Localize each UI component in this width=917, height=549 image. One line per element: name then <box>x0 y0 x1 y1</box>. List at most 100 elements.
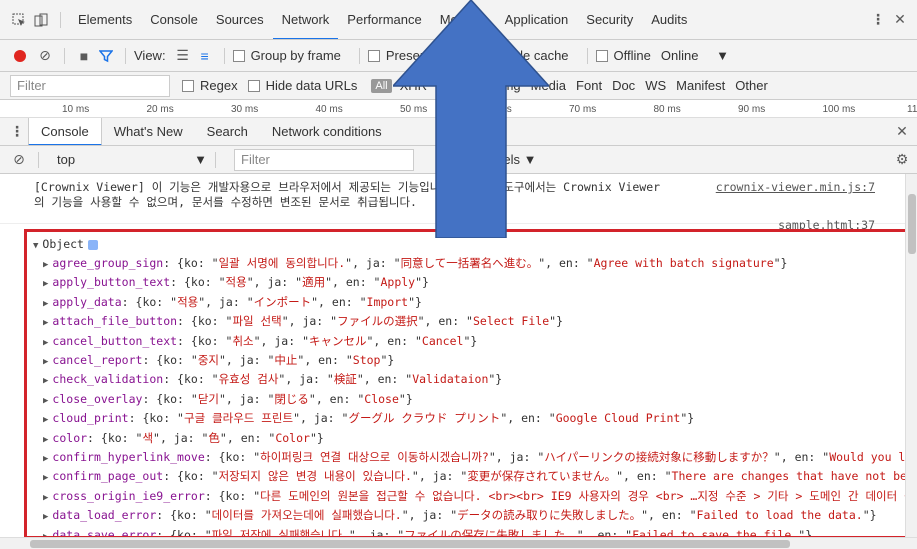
value-en: Failed to save the file. <box>632 527 799 537</box>
collapsed-triangle-icon[interactable]: ▶ <box>43 473 48 483</box>
punctuation: : {ko: " <box>121 294 178 309</box>
tab-audits[interactable]: Audits <box>642 0 696 39</box>
console-filter-input[interactable]: Filter <box>234 148 414 171</box>
screenshot-camera-icon[interactable]: ■ <box>73 45 95 67</box>
filter-all-button[interactable]: All <box>371 78 392 93</box>
object-property-row[interactable]: ▶ data_save_error: {ko: "파일 저장에 실패했습니다.",… <box>33 527 903 537</box>
vertical-scrollbar[interactable] <box>905 174 917 537</box>
drawer-tab-search[interactable]: Search <box>195 118 260 145</box>
punctuation: ", ja: " <box>488 450 545 465</box>
network-filter-input[interactable]: Filter <box>10 74 170 97</box>
collapsed-triangle-icon[interactable]: ▶ <box>43 493 48 503</box>
punctuation: ", ja: " <box>345 256 401 270</box>
object-property-row[interactable]: ▶ confirm_hyperlink_move: {ko: "하이퍼링크 연결 … <box>33 449 905 468</box>
clear-icon[interactable]: ⊘ <box>34 45 56 67</box>
drawer-tab-console[interactable]: Console <box>28 118 102 145</box>
horizontal-scrollbar[interactable] <box>0 537 917 549</box>
object-property-row[interactable]: ▶ apply_data: {ko: "적용", ja: "インポート", en:… <box>33 294 903 313</box>
object-property-row[interactable]: ▶ close_overlay: {ko: "닫기", ja: "閉じる", en… <box>33 391 903 410</box>
collapsed-triangle-icon[interactable]: ▶ <box>43 454 48 464</box>
checkbox-box[interactable] <box>182 79 194 92</box>
filter-type-manifest[interactable]: Manifest <box>676 78 725 93</box>
message-source-link[interactable]: crownix-viewer.min.js:7 <box>716 180 875 195</box>
value-ja: 中止 <box>274 353 298 368</box>
drawer-menu-icon[interactable]: ⋮ <box>6 121 28 143</box>
object-property-row[interactable]: ▶ confirm_page_out: {ko: "저장되지 않은 변경 내용이 … <box>33 468 905 487</box>
value-en: Apply <box>380 275 416 290</box>
value-ja: ファイルの保存に失敗しました。 <box>404 527 577 537</box>
filter-type-ws[interactable]: WS <box>645 78 666 93</box>
ruler-tick-label: 80 ms <box>653 104 681 115</box>
value-ko: 적용 <box>177 294 199 309</box>
collapsed-triangle-icon[interactable]: ▶ <box>43 435 48 445</box>
tab-elements[interactable]: Elements <box>69 0 141 39</box>
collapsed-triangle-icon[interactable]: ▶ <box>43 279 48 289</box>
object-property-row[interactable]: ▶ cross_origin_ie9_error: {ko: "다른 도메인의 원… <box>33 488 905 507</box>
more-options-icon[interactable]: ⋮ <box>867 9 889 31</box>
object-property-row[interactable]: ▶ attach_file_button: {ko: "파일 선택", ja: "… <box>33 313 903 332</box>
object-property-row[interactable]: ▶ agree_group_sign: {ko: "일괄 서명에 동의합니다.",… <box>33 255 903 274</box>
value-en: Color <box>275 430 310 445</box>
tab-sources[interactable]: Sources <box>207 0 273 39</box>
hide-data-urls-checkbox[interactable]: Hide data URLs <box>247 78 357 93</box>
checkbox-box[interactable] <box>367 49 380 62</box>
inspect-element-icon[interactable] <box>8 9 30 31</box>
close-drawer-icon[interactable]: ✕ <box>891 121 913 143</box>
console-settings-gear-icon[interactable]: ⚙ <box>891 149 913 171</box>
close-devtools-icon[interactable]: ✕ <box>889 9 911 31</box>
ruler-tick-label: 110 <box>907 104 917 115</box>
group-by-frame-checkbox[interactable]: Group by frame <box>232 48 341 63</box>
object-header[interactable]: ▼ Object <box>33 236 903 255</box>
object-property-row[interactable]: ▶ cancel_button_text: {ko: "취소", ja: "キャン… <box>33 333 903 352</box>
object-property-row[interactable]: ▶ check_validation: {ko: "유효성 검사", ja: "検… <box>33 371 903 390</box>
collapsed-triangle-icon[interactable]: ▶ <box>43 357 48 367</box>
offline-checkbox[interactable]: Offline <box>595 48 651 63</box>
object-property-row[interactable]: ▶ data_load_error: {ko: "데이터를 가져오는데에 실패했습… <box>33 507 903 526</box>
object-property-row[interactable]: ▶ color: {ko: "색", ja: "色", en: "Color"} <box>33 430 903 449</box>
highlighted-object-box: ▼ Object ▶ agree_group_sign: {ko: "일괄 서명에 … <box>24 229 905 537</box>
context-selector[interactable]: top ▼ <box>57 152 207 167</box>
drawer-tab-what-s-new[interactable]: What's New <box>102 118 195 145</box>
value-ja: ハイパーリンクの接続対象に移動しますか？ <box>544 450 774 465</box>
vertical-scroll-thumb[interactable] <box>908 194 916 254</box>
throttling-select[interactable]: Online ▼ <box>661 48 729 63</box>
object-property-row[interactable]: ▶ cancel_report: {ko: "중지", ja: "中止", en:… <box>33 352 903 371</box>
ruler-tick-label: 70 ms <box>569 104 597 115</box>
object-property-row[interactable]: ▶ apply_button_text: {ko: "적용", ja: "適用",… <box>33 274 903 293</box>
filter-funnel-icon[interactable] <box>95 45 117 67</box>
expanded-triangle-icon[interactable]: ▼ <box>33 241 38 251</box>
tab-network[interactable]: Network <box>272 0 339 39</box>
checkbox-box[interactable] <box>595 49 608 62</box>
large-rows-icon[interactable]: ☰ <box>172 45 194 67</box>
device-toolbar-icon[interactable] <box>30 9 52 31</box>
tab-console[interactable]: Console <box>141 0 207 39</box>
collapsed-triangle-icon[interactable]: ▶ <box>43 299 48 309</box>
property-key: close_overlay <box>52 391 143 406</box>
collapsed-triangle-icon[interactable]: ▶ <box>43 415 48 425</box>
horizontal-scroll-thumb[interactable] <box>30 540 790 548</box>
filter-type-doc[interactable]: Doc <box>612 78 635 93</box>
collapsed-triangle-icon[interactable]: ▶ <box>43 512 48 522</box>
regex-checkbox[interactable]: Regex <box>182 78 238 93</box>
punctuation: "} <box>549 314 563 329</box>
object-property-row[interactable]: ▶ cloud_print: {ko: "구글 클라우드 프린트", ja: "グ… <box>33 410 903 429</box>
checkbox-box[interactable] <box>247 79 260 92</box>
divider <box>38 151 39 168</box>
checkbox-box[interactable] <box>232 49 245 62</box>
filter-type-other[interactable]: Other <box>735 78 768 93</box>
record-button[interactable] <box>14 49 26 62</box>
clear-console-icon[interactable]: ⊘ <box>8 149 30 171</box>
collapsed-triangle-icon[interactable]: ▶ <box>43 260 48 270</box>
punctuation: ", en: " <box>538 256 594 270</box>
property-key: data_load_error <box>52 508 157 523</box>
drawer-tab-network-conditions[interactable]: Network conditions <box>260 118 394 145</box>
filter-type-font[interactable]: Font <box>576 78 602 93</box>
collapsed-triangle-icon[interactable]: ▶ <box>43 376 48 386</box>
collapsed-triangle-icon[interactable]: ▶ <box>43 318 48 328</box>
overview-waterfall-icon[interactable]: ≡ <box>194 45 216 67</box>
collapsed-triangle-icon[interactable]: ▶ <box>43 396 48 406</box>
collapsed-triangle-icon[interactable]: ▶ <box>43 338 48 348</box>
tab-security[interactable]: Security <box>577 0 642 39</box>
drawer-tabs: Console What's New Search Network condition… <box>28 118 394 145</box>
punctuation: ", ja: " <box>281 314 338 329</box>
